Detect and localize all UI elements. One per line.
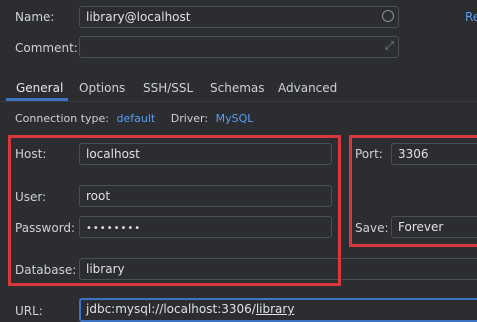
url-input[interactable]: jdbc:mysql://localhost:3306/library <box>79 298 477 322</box>
tab-schemas[interactable]: Schemas <box>208 77 267 99</box>
comment-label: Comment: <box>15 41 78 55</box>
url-label: URL: <box>15 304 43 318</box>
connection-type-label: Connection type: <box>15 112 110 125</box>
highlight-box-left <box>8 135 341 286</box>
expand-icon[interactable]: ⤢ <box>385 40 394 52</box>
tab-ssh-ssl[interactable]: SSH/SSL <box>141 77 195 99</box>
name-value: library@localhost <box>86 10 191 24</box>
comment-input[interactable] <box>79 36 399 58</box>
tab-options[interactable]: Options <box>77 77 127 99</box>
color-circle-icon[interactable] <box>382 10 394 22</box>
tab-separator <box>0 101 477 102</box>
tab-advanced[interactable]: Advanced <box>276 77 339 99</box>
driver-label: Driver: <box>170 112 209 125</box>
tab-general[interactable]: General <box>14 77 65 99</box>
name-label: Name: <box>15 10 55 24</box>
reset-link[interactable]: Re <box>465 10 477 24</box>
name-input[interactable]: library@localhost <box>79 6 399 28</box>
highlight-box-right <box>349 135 477 247</box>
url-database: library <box>255 302 295 316</box>
url-prefix: jdbc:mysql://localhost:3306/ <box>86 302 256 316</box>
driver-link[interactable]: MySQL <box>216 112 254 125</box>
connection-type-link[interactable]: default <box>117 112 156 125</box>
